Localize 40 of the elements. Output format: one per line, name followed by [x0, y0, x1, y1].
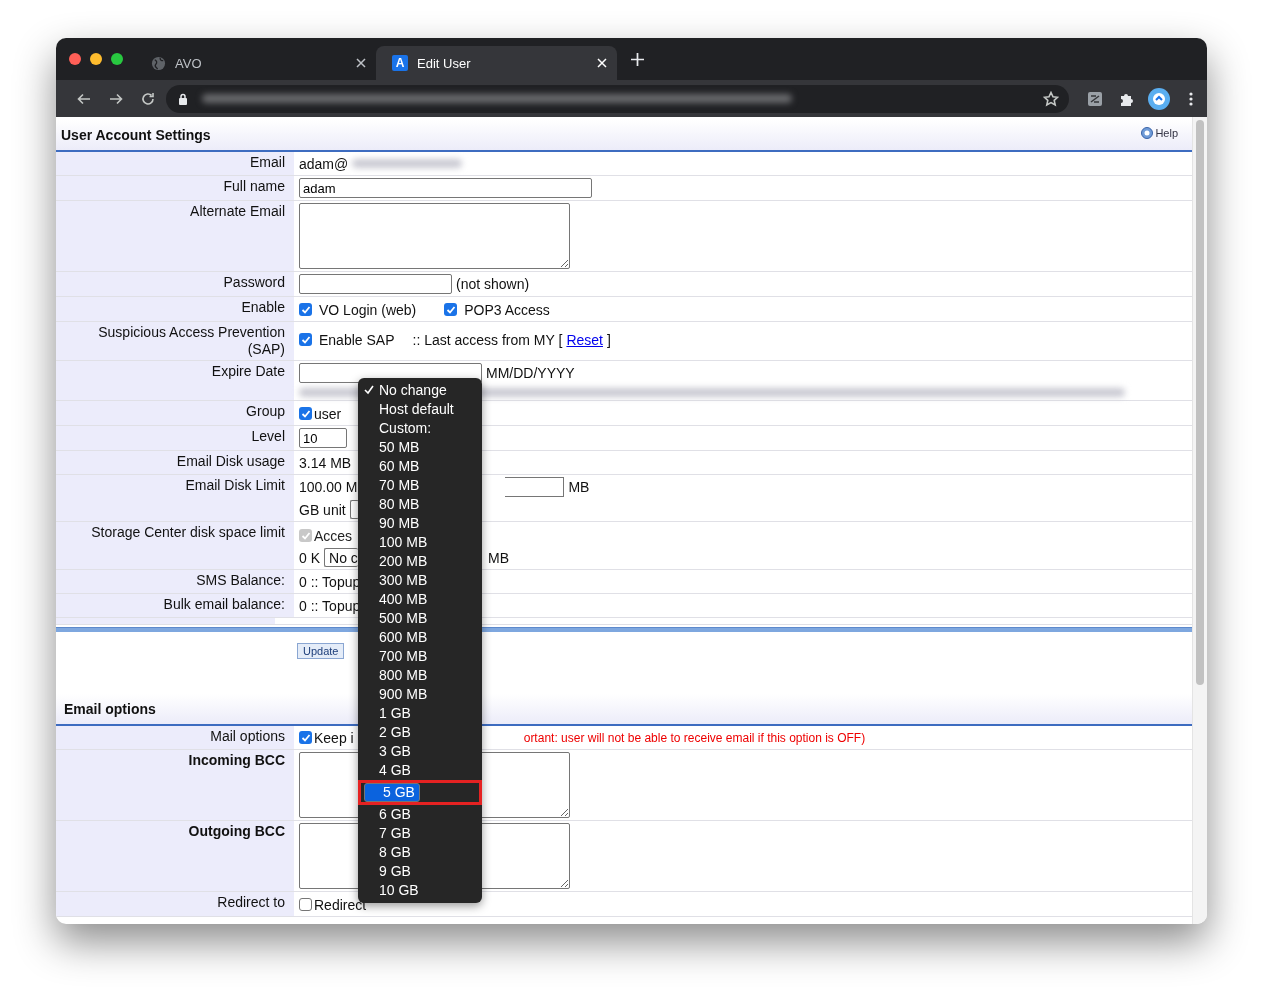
field-label: Incoming BCC [56, 750, 295, 820]
section-title: User Account Settings [61, 127, 211, 143]
warning-text: ortant: user will not be able to receive email if this option is OFF) [523, 730, 866, 745]
field-label: SMS Balance: [56, 570, 295, 593]
value-text: 3.14 MB [299, 454, 352, 471]
checkbox-label: Redirect [314, 896, 367, 913]
tab-logo-icon: A [392, 55, 408, 71]
field-label: Storage Center disk space limit [56, 522, 295, 569]
checkbox-label: VO Login (web) [319, 301, 417, 318]
field-label: Redirect to [56, 892, 295, 916]
hint-text: (not shown) [456, 276, 530, 292]
unit-label: GB unit [299, 501, 346, 518]
status-text: :: Last access from MY [ [412, 331, 563, 348]
field-label: Group [56, 401, 295, 425]
unit-text: MB [568, 479, 590, 495]
section-title: Email options [63, 701, 156, 717]
field-label: Password [56, 272, 295, 296]
value-text: 100.00 M [299, 479, 358, 495]
field-label: Mail options [56, 726, 295, 749]
checkbox-label: Acces [314, 527, 353, 544]
field-label: Email [56, 152, 295, 175]
value-text: adam@ [299, 155, 349, 172]
field-label: Email Disk Limit [56, 475, 295, 521]
field-label: Outgoing BCC [56, 821, 295, 891]
field-label: Email Disk usage [56, 451, 295, 474]
bracket-text: ] [607, 331, 611, 348]
value-text: 0 K [299, 549, 320, 566]
field-label: Expire Date [56, 361, 295, 400]
checkbox-label: user [314, 405, 342, 422]
field-label: Suspicious Access Prevention (SAP) [56, 322, 295, 360]
field-label: Enable [56, 297, 295, 321]
checkbox-label: Enable SAP [319, 331, 395, 348]
field-label: Level [56, 426, 295, 450]
field-label: Full name [56, 176, 295, 200]
field-label: Bulk email balance: [56, 594, 295, 617]
checkbox-label: POP3 Access [464, 301, 550, 318]
field-label: Alternate Email [56, 201, 295, 271]
checkbox-label: Keep i [314, 729, 354, 746]
format-hint: MM/DD/YYYY [486, 365, 575, 381]
unit-text: MB [488, 549, 509, 566]
